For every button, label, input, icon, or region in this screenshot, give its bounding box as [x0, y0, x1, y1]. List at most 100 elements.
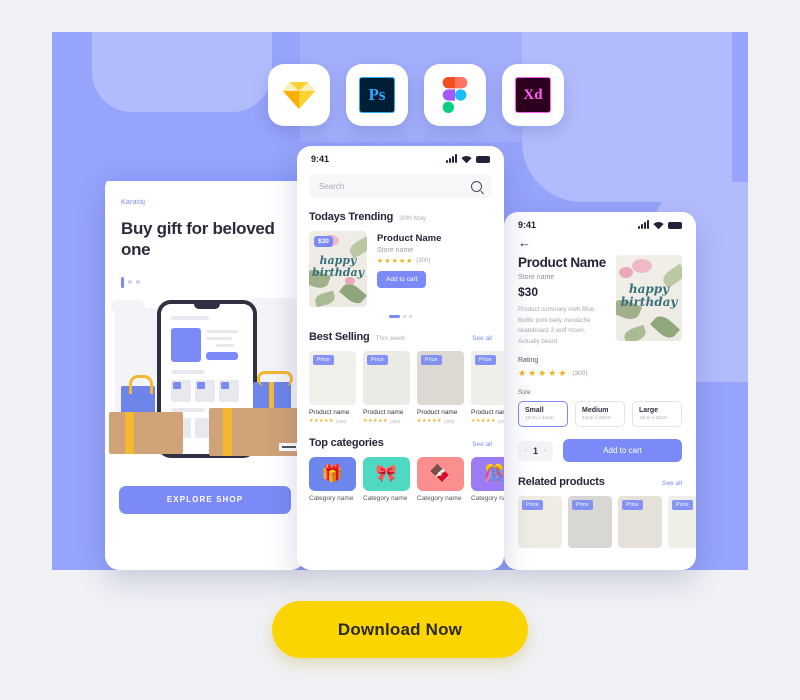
trending-header: Todays Trending 30th May — [297, 211, 504, 223]
best-selling-subtitle: This week — [375, 335, 405, 342]
trending-title: Todays Trending — [309, 211, 394, 223]
top-categories-list[interactable]: 🎁 Category name 🎀 Category name 🍫 Catego… — [297, 457, 504, 503]
product-rating-count: (300) — [443, 418, 455, 424]
pagination-dot[interactable] — [136, 280, 140, 284]
related-product-card[interactable]: Price — [518, 496, 562, 549]
product-card[interactable]: Price Product name ★★★★★(300) — [417, 351, 464, 424]
detail-add-to-cart-button[interactable]: Add to cart — [563, 439, 682, 463]
trending-subtitle: 30th May — [399, 215, 426, 222]
size-option-small[interactable]: Small 10cm x 24cm — [518, 401, 568, 428]
category-tile[interactable]: 🎊 — [471, 457, 504, 491]
category-item[interactable]: 🎊 Category name — [471, 457, 504, 503]
detail-product-image[interactable]: happy birthday — [616, 255, 682, 341]
product-name: Product name — [417, 409, 458, 416]
gift-icon: 🎁 — [321, 464, 344, 483]
size-option-large[interactable]: Large 18cm x 32cm — [632, 401, 682, 428]
detail-rating: ★ ★ ★ ★ ★ (300) — [518, 368, 588, 379]
category-item[interactable]: 🎀 Category name — [363, 457, 410, 503]
quantity-value: 1 — [533, 445, 539, 456]
best-selling-list[interactable]: Price Product name ★ ★ ★ ★ ★ (300) Price Prod… — [297, 351, 504, 424]
price-badge: Price — [475, 355, 496, 365]
battery-icon — [668, 221, 682, 229]
size-options[interactable]: Small 10cm x 24cm Medium 14cm x 28cm Lar… — [504, 401, 696, 428]
card-artwork-text: happy birthday — [312, 254, 364, 279]
download-now-button[interactable]: Download Now — [272, 601, 528, 658]
category-tile[interactable]: 🍫 — [417, 457, 464, 491]
product-rating-count: (300) — [335, 418, 347, 424]
carousel-dot-active[interactable] — [389, 315, 400, 318]
related-product-card[interactable]: Price — [668, 496, 696, 549]
brand-label: Karataj — [121, 199, 146, 206]
carousel-pagination[interactable] — [297, 315, 504, 318]
size-option-medium[interactable]: Medium 14cm x 28cm — [575, 401, 625, 428]
carousel-dot[interactable] — [409, 315, 412, 318]
design-tool-icons: Ps Xd — [268, 64, 564, 126]
category-tile[interactable]: 🎁 — [309, 457, 356, 491]
product-name: Product name — [471, 409, 504, 416]
trending-store-name: Store name — [377, 247, 414, 254]
price-badge: Price — [367, 355, 388, 365]
quantity-stepper[interactable]: ‹ 1 › — [518, 440, 554, 461]
top-categories-see-all[interactable]: See all — [472, 441, 492, 448]
product-card[interactable]: Price Product name ★★★★★(300) — [363, 351, 410, 424]
related-product-card[interactable]: Price — [568, 496, 612, 549]
product-card[interactable]: Price Product name ★★★★★(300) — [471, 351, 504, 424]
increment-icon[interactable]: › — [544, 448, 546, 454]
decrement-icon[interactable]: ‹ — [525, 448, 527, 454]
greeting-card-image: $30 happy birthday — [309, 231, 367, 307]
onboarding-pagination[interactable] — [121, 276, 289, 288]
product-rating: ★★★★★(300) — [417, 418, 455, 424]
sketch-icon[interactable] — [268, 64, 330, 126]
product-rating-count: (300) — [497, 418, 504, 424]
category-tile[interactable]: 🎀 — [363, 457, 410, 491]
size-name: Large — [639, 407, 659, 415]
product-thumbnail: Price — [417, 351, 464, 405]
category-label: Category name — [471, 495, 504, 502]
wifi-icon — [653, 221, 664, 229]
figma-glyph — [442, 77, 468, 113]
size-label: Size — [518, 389, 531, 397]
product-rating: ★★★★★(300) — [471, 418, 504, 424]
card-artwork-text: happy birthday — [620, 282, 678, 309]
figma-icon[interactable] — [424, 64, 486, 126]
category-item[interactable]: 🎁 Category name — [309, 457, 356, 503]
detail-price: $30 — [518, 285, 539, 299]
size-name: Small — [525, 407, 544, 415]
product-card[interactable]: Price Product name ★★★★★(300) — [309, 351, 356, 424]
pagination-dot[interactable] — [128, 280, 132, 284]
shipping-label — [279, 442, 299, 451]
price-badge: Price — [672, 500, 693, 511]
product-rating: ★★★★★(300) — [309, 418, 347, 424]
related-product-card[interactable]: Price — [618, 496, 662, 549]
back-arrow-icon[interactable]: ← — [504, 232, 696, 249]
phone-notch — [194, 302, 220, 309]
product-thumbnail: Price — [309, 351, 356, 405]
trending-card[interactable]: $30 happy birthday Product Name Store na… — [309, 231, 492, 307]
photoshop-label: Ps — [368, 85, 386, 104]
best-selling-see-all[interactable]: See all — [472, 335, 492, 342]
photoshop-icon[interactable]: Ps — [346, 64, 408, 126]
status-bar: 9:41 — [504, 212, 696, 232]
cardboard-box-left — [109, 411, 183, 454]
carousel-dot[interactable] — [403, 315, 406, 318]
search-placeholder: Search — [319, 181, 345, 191]
related-products-list[interactable]: Price Price Price Price — [504, 496, 696, 549]
add-to-cart-button[interactable]: Add to cart — [377, 271, 427, 288]
onboarding-headline: Buy gift for beloved one — [121, 219, 275, 260]
category-item[interactable]: 🍫 Category name — [417, 457, 464, 503]
product-name: Product name — [363, 409, 404, 416]
explore-shop-button[interactable]: EXPLORE SHOP — [119, 485, 291, 514]
best-selling-title: Best Selling — [309, 331, 370, 343]
status-time: 9:41 — [311, 154, 330, 164]
related-products-see-all[interactable]: See all — [662, 480, 682, 487]
pagination-dot-active[interactable] — [121, 276, 124, 288]
party-icon: 🎊 — [483, 464, 504, 483]
adobexd-icon[interactable]: Xd — [502, 64, 564, 126]
product-rating: ★★★★★(300) — [363, 418, 401, 424]
search-input[interactable]: Search — [309, 174, 492, 198]
product-name: Product name — [309, 409, 350, 416]
search-icon[interactable] — [471, 180, 482, 192]
onboarding-topbar — [105, 174, 305, 181]
related-products-title: Related products — [518, 476, 605, 489]
chocolate-icon: 🍫 — [429, 464, 452, 483]
